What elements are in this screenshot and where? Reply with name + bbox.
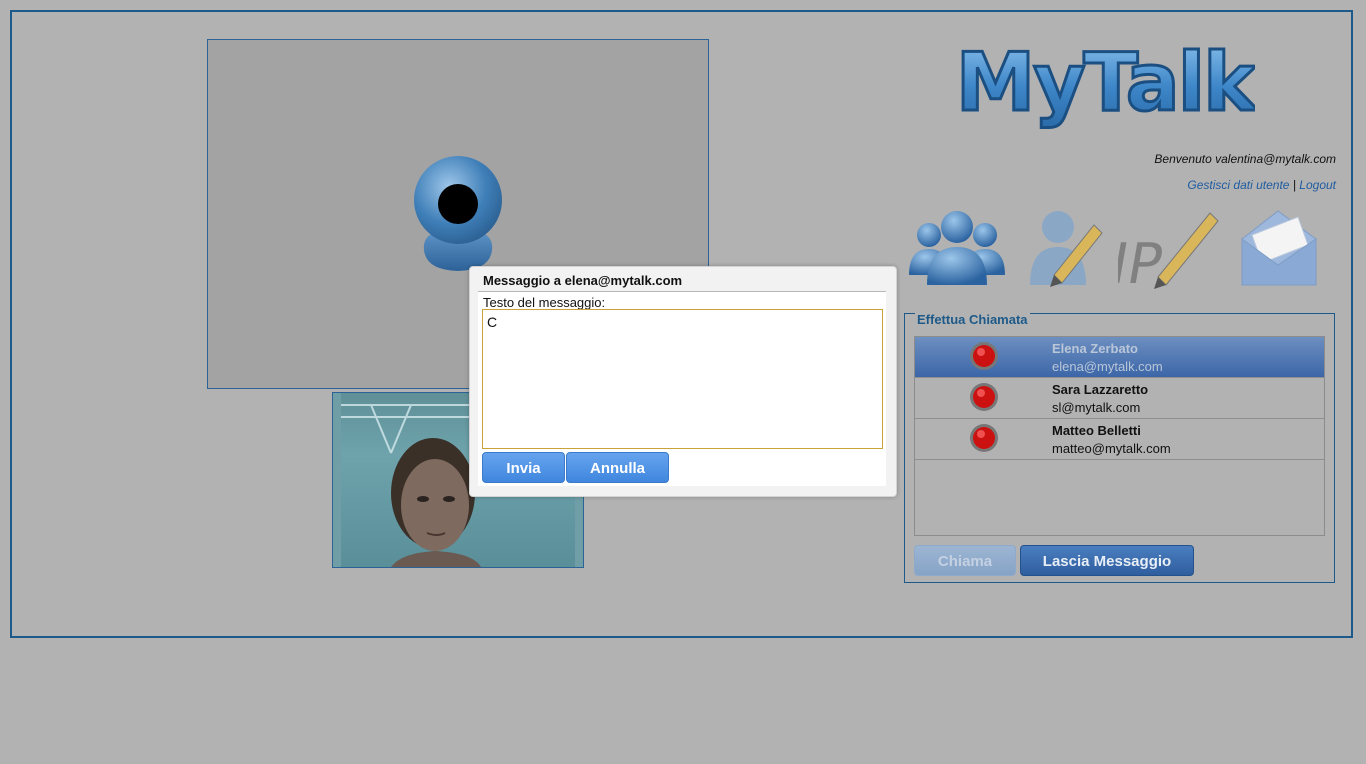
svg-text:MyTalk: MyTalk bbox=[956, 36, 1255, 129]
contact-row[interactable]: Sara Lazzaretto sl@mytalk.com bbox=[915, 378, 1324, 419]
dialog-title: Messaggio a elena@mytalk.com bbox=[483, 273, 683, 288]
contact-email: matteo@mytalk.com bbox=[1052, 441, 1171, 456]
call-button[interactable]: Chiama bbox=[914, 545, 1016, 576]
contact-email: sl@mytalk.com bbox=[1052, 400, 1141, 415]
send-button[interactable]: Invia bbox=[482, 452, 565, 483]
ip-edit-icon[interactable]: IP bbox=[1118, 205, 1224, 289]
contact-name: Matteo Belletti bbox=[1052, 423, 1141, 438]
message-textarea[interactable]: C bbox=[482, 309, 883, 449]
message-icon[interactable] bbox=[1238, 205, 1320, 289]
cancel-button[interactable]: Annulla bbox=[566, 452, 669, 483]
welcome-text: Benvenuto valentina@mytalk.com bbox=[1154, 152, 1336, 166]
contact-name: Elena Zerbato bbox=[1052, 341, 1138, 356]
message-dialog: Messaggio a elena@mytalk.com Testo del m… bbox=[469, 266, 897, 497]
contact-email: elena@mytalk.com bbox=[1052, 359, 1163, 374]
call-panel-legend: Effettua Chiamata bbox=[915, 312, 1030, 327]
user-links: Gestisci dati utente | Logout bbox=[1187, 178, 1336, 192]
contact-row[interactable]: Elena Zerbato elena@mytalk.com bbox=[915, 337, 1324, 378]
status-offline-icon bbox=[970, 424, 998, 452]
mytalk-logo: MyTalk bbox=[955, 36, 1255, 131]
webcam-icon bbox=[414, 156, 502, 271]
status-offline-icon bbox=[970, 342, 998, 370]
link-separator: | bbox=[1292, 178, 1296, 192]
contacts-icon[interactable] bbox=[905, 205, 1009, 289]
leave-message-button[interactable]: Lascia Messaggio bbox=[1020, 545, 1194, 576]
logout-link[interactable]: Logout bbox=[1299, 178, 1336, 192]
contact-list: Elena Zerbato elena@mytalk.com Sara Lazz… bbox=[914, 336, 1325, 536]
status-offline-icon bbox=[970, 383, 998, 411]
message-label: Testo del messaggio: bbox=[483, 295, 606, 310]
manage-user-link[interactable]: Gestisci dati utente bbox=[1187, 178, 1289, 192]
contact-row[interactable]: Matteo Belletti matteo@mytalk.com bbox=[915, 419, 1324, 460]
edit-contact-icon[interactable] bbox=[1024, 205, 1104, 289]
contact-name: Sara Lazzaretto bbox=[1052, 382, 1149, 397]
